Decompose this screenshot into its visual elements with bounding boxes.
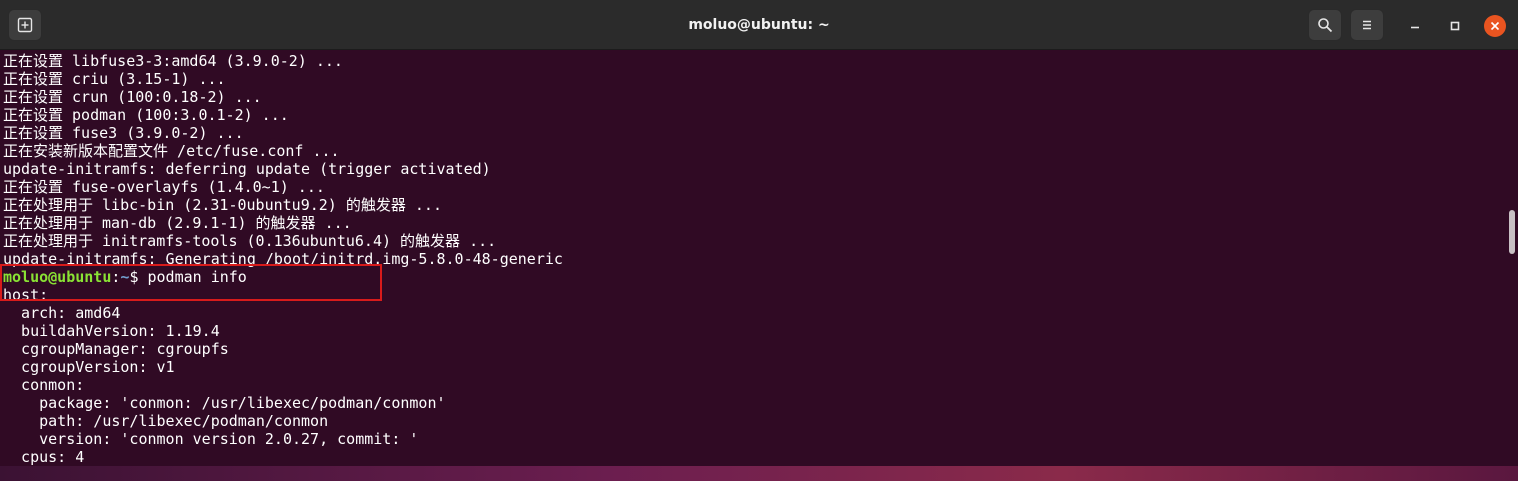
output-line: 正在处理用于 man-db (2.9.1-1) 的触发器 ... xyxy=(3,214,352,232)
output-line: conmon: xyxy=(3,376,85,394)
output-line: 正在安装新版本配置文件 /etc/fuse.conf ... xyxy=(3,142,340,160)
output-line: host: xyxy=(3,286,49,304)
output-line: path: /usr/libexec/podman/conmon xyxy=(3,412,329,430)
output-line: 正在设置 libfuse3-3:amd64 (3.9.0-2) ... xyxy=(3,52,343,70)
output-line: 正在设置 fuse3 (3.9.0-2) ... xyxy=(3,124,244,142)
prompt-user-host: moluo@ubuntu xyxy=(3,268,112,286)
output-line: buildahVersion: 1.19.4 xyxy=(3,322,220,340)
maximize-button[interactable] xyxy=(1444,15,1466,37)
output-line: 正在设置 fuse-overlayfs (1.4.0~1) ... xyxy=(3,178,325,196)
search-button[interactable] xyxy=(1308,9,1342,41)
scrollbar[interactable] xyxy=(1505,50,1518,481)
scrollbar-thumb[interactable] xyxy=(1509,210,1515,254)
output-line: 正在设置 criu (3.15-1) ... xyxy=(3,70,226,88)
prompt-symbol: $ xyxy=(129,268,148,286)
output-line: update-initramfs: deferring update (trig… xyxy=(3,160,491,178)
output-line: cgroupVersion: v1 xyxy=(3,358,175,376)
output-line: update-initramfs: Generating /boot/initr… xyxy=(3,250,563,268)
output-line: 正在设置 crun (100:0.18-2) ... xyxy=(3,88,262,106)
close-button[interactable] xyxy=(1484,15,1506,37)
menu-button[interactable] xyxy=(1350,9,1384,41)
window-title: moluo@ubuntu: ~ xyxy=(688,17,830,33)
prompt-line: moluo@ubuntu:~$ podman info xyxy=(3,268,247,286)
output-line: 正在设置 podman (100:3.0.1-2) ... xyxy=(3,106,289,124)
output-line: cpus: 4 xyxy=(3,448,85,466)
output-line: cgroupManager: cgroupfs xyxy=(3,340,229,358)
terminal-output[interactable]: 正在设置 libfuse3-3:amd64 (3.9.0-2) ... 正在设置… xyxy=(0,50,1505,481)
new-tab-button[interactable] xyxy=(8,9,42,41)
output-line: version: 'conmon version 2.0.27, commit:… xyxy=(3,430,419,448)
output-line: 正在处理用于 initramfs-tools (0.136ubuntu6.4) … xyxy=(3,232,497,250)
title-bar: moluo@ubuntu: ~ xyxy=(0,0,1518,50)
output-line: package: 'conmon: /usr/libexec/podman/co… xyxy=(3,394,446,412)
output-line: 正在处理用于 libc-bin (2.31-0ubuntu9.2) 的触发器 .… xyxy=(3,196,442,214)
prompt-command: podman info xyxy=(147,268,247,286)
output-line: arch: amd64 xyxy=(3,304,121,322)
terminal-window: moluo@ubuntu: ~ 正在设置 libfuse3-3:amd64 (3… xyxy=(0,0,1518,481)
minimize-button[interactable] xyxy=(1404,15,1426,37)
desktop-background-strip xyxy=(0,466,1518,481)
